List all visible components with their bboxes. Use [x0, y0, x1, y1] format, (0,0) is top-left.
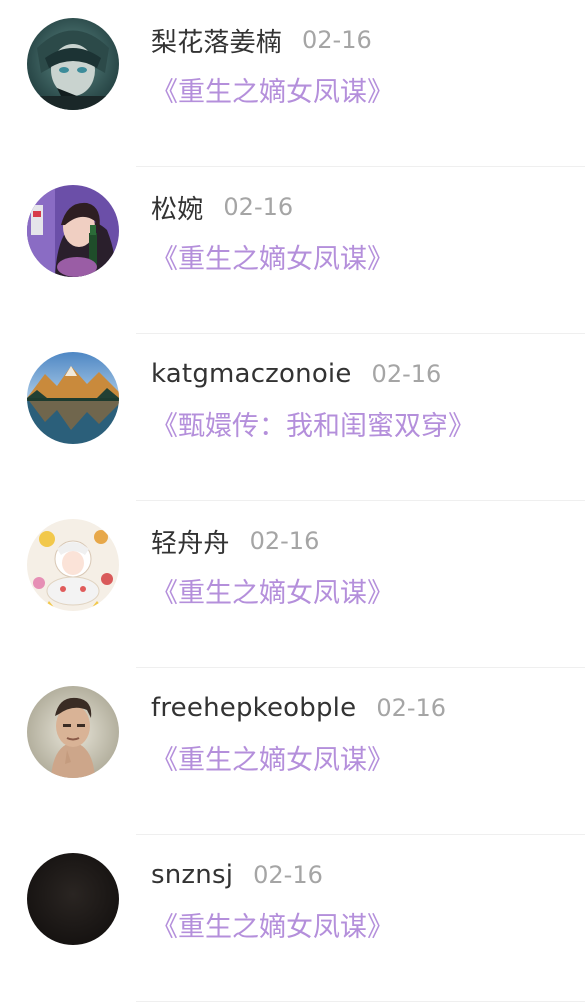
- username[interactable]: freehepkeobple: [151, 693, 356, 723]
- avatar[interactable]: [27, 853, 119, 945]
- list-item[interactable]: snznsj 02-16 《重生之嫡女凤谋》: [0, 835, 585, 1002]
- list-item[interactable]: 轻舟舟 02-16 《重生之嫡女凤谋》: [0, 501, 585, 668]
- comment-date: 02-16: [376, 694, 447, 722]
- book-title-link[interactable]: 《重生之嫡女凤谋》: [151, 237, 394, 276]
- comment-meta: 梨花落姜楠 02-16: [151, 22, 372, 58]
- list-item[interactable]: katgmaczonoie 02-16 《甄嬛传：我和闺蜜双穿》: [0, 334, 585, 501]
- mountain-lake-avatar-icon: [27, 352, 119, 444]
- comment-date: 02-16: [223, 193, 294, 221]
- book-title-link[interactable]: 《甄嬛传：我和闺蜜双穿》: [151, 404, 475, 443]
- username[interactable]: 松婉: [151, 189, 203, 226]
- username[interactable]: 梨花落姜楠: [151, 22, 282, 59]
- avatar[interactable]: [27, 185, 119, 277]
- list-item[interactable]: 梨花落姜楠 02-16 《重生之嫡女凤谋》: [0, 0, 585, 167]
- comment-meta: snznsj 02-16: [151, 857, 323, 893]
- comment-meta: 松婉 02-16: [151, 189, 293, 225]
- book-title-link[interactable]: 《重生之嫡女凤谋》: [151, 738, 394, 777]
- comment-date: 02-16: [249, 527, 320, 555]
- book-title-link[interactable]: 《重生之嫡女凤谋》: [151, 571, 394, 610]
- list-item[interactable]: 松婉 02-16 《重生之嫡女凤谋》: [0, 167, 585, 334]
- avatar[interactable]: [27, 18, 119, 110]
- comment-date: 02-16: [302, 26, 372, 54]
- comment-meta: 轻舟舟 02-16: [151, 523, 319, 559]
- username[interactable]: katgmaczonoie: [151, 359, 352, 389]
- username[interactable]: 轻舟舟: [151, 523, 230, 560]
- comment-date: 02-16: [371, 360, 442, 388]
- comment-list: 梨花落姜楠 02-16 《重生之嫡女凤谋》 松婉 02-16 《重生之嫡女凤谋》…: [0, 0, 585, 1002]
- comment-date: 02-16: [253, 861, 323, 889]
- avatar[interactable]: [27, 686, 119, 778]
- dark-avatar-icon: [27, 853, 119, 945]
- girl-photo-avatar-icon: [27, 185, 119, 277]
- book-title-link[interactable]: 《重生之嫡女凤谋》: [151, 905, 394, 944]
- man-portrait-avatar-icon: [27, 686, 119, 778]
- anime-illustration-avatar-icon: [27, 519, 119, 611]
- username[interactable]: snznsj: [151, 860, 233, 890]
- comment-meta: freehepkeobple 02-16: [151, 690, 446, 726]
- list-item[interactable]: freehepkeobple 02-16 《重生之嫡女凤谋》: [0, 668, 585, 835]
- avatar[interactable]: [27, 352, 119, 444]
- anime-character-avatar-icon: [27, 18, 119, 110]
- book-title-link[interactable]: 《重生之嫡女凤谋》: [151, 70, 394, 109]
- comment-meta: katgmaczonoie 02-16: [151, 356, 441, 392]
- avatar[interactable]: [27, 519, 119, 611]
